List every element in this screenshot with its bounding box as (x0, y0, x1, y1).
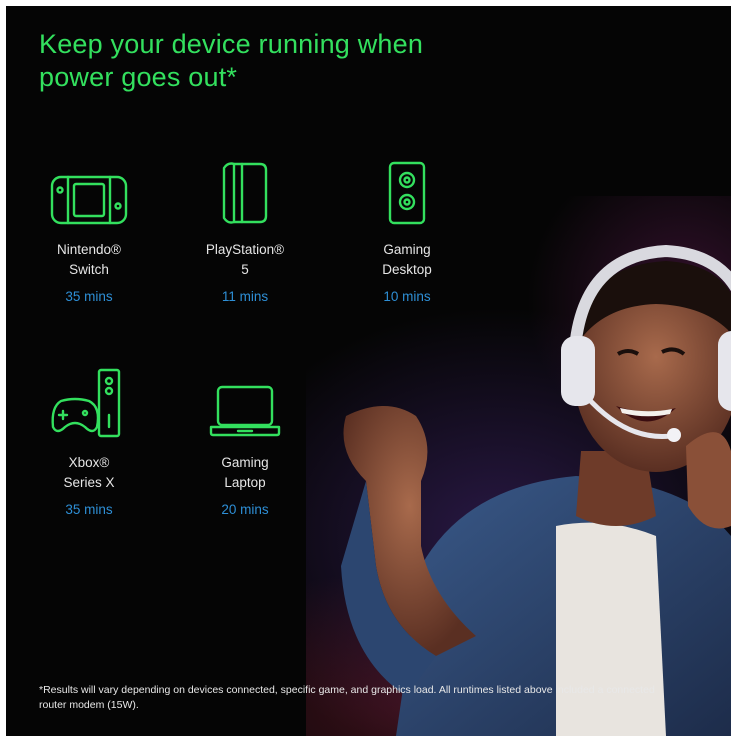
desktop-tower-icon (332, 156, 482, 226)
device-runtime: 10 mins (383, 289, 431, 304)
device-runtime: 35 mins (65, 502, 113, 517)
device-playstation-5: PlayStation® 5 11 mins (170, 156, 320, 306)
nintendo-switch-icon (14, 156, 164, 226)
device-name: Gaming Laptop (221, 455, 269, 490)
headline: Keep your device running when power goes… (39, 29, 424, 92)
promo-card: Keep your device running when power goes… (6, 6, 731, 736)
device-gaming-laptop: Gaming Laptop 20 mins (170, 369, 320, 519)
gamer-photo (341, 244, 731, 736)
device-runtime: 20 mins (221, 502, 269, 517)
playstation-5-icon (170, 156, 320, 226)
xbox-controller-icon (14, 368, 164, 439)
device-name: PlayStation® 5 (205, 242, 285, 277)
device-name: Gaming Desktop (382, 242, 432, 277)
device-nintendo-switch: Nintendo® Switch 35 mins (14, 156, 164, 306)
device-runtime: 35 mins (65, 289, 113, 304)
laptop-icon (170, 369, 320, 439)
device-gaming-desktop: Gaming Desktop 10 mins (332, 156, 482, 306)
device-name: Nintendo® Switch (57, 242, 121, 277)
device-name: Xbox® Series X (63, 455, 115, 490)
device-runtime: 11 mins (221, 289, 269, 304)
footnote: *Results will vary depending on devices … (39, 684, 655, 711)
device-xbox-series-x: Xbox® Series X 35 mins (14, 368, 164, 519)
